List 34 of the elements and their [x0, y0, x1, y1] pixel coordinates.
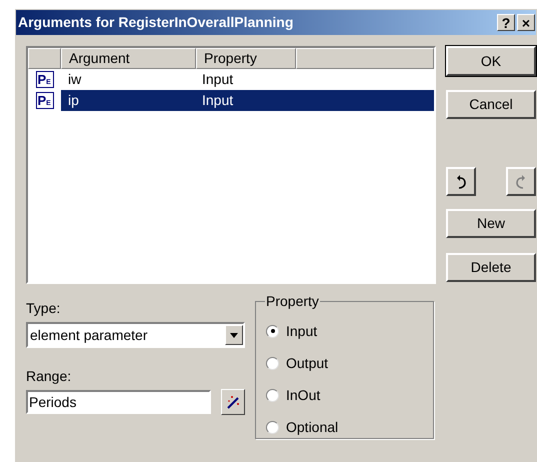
- close-button[interactable]: ×: [517, 14, 535, 31]
- dropdown-arrow-button[interactable]: [225, 325, 243, 345]
- ok-button[interactable]: OK: [446, 46, 536, 76]
- group-title: Property: [265, 292, 320, 311]
- caret-icon: [230, 332, 238, 338]
- redo-icon: [516, 174, 526, 188]
- property-cell-text: Input: [201, 91, 234, 110]
- type-dropdown[interactable]: element parameter: [26, 322, 245, 348]
- radio-option[interactable]: Optional: [266, 416, 423, 438]
- argument-cell-text: ip: [67, 91, 80, 110]
- cancel-button[interactable]: Cancel: [446, 90, 536, 119]
- wand-button[interactable]: [221, 389, 245, 415]
- radio-option[interactable]: InOut: [266, 384, 423, 406]
- radio-option[interactable]: Output: [266, 352, 423, 374]
- range-label: Range:: [26, 367, 72, 386]
- delete-button[interactable]: Delete: [446, 253, 536, 282]
- list-row[interactable]: ip Input: [61, 90, 434, 111]
- column-header[interactable]: Property: [196, 48, 296, 69]
- type-label: Type:: [26, 299, 62, 318]
- help-button[interactable]: ?: [497, 14, 515, 31]
- radio-button[interactable]: [266, 324, 279, 338]
- property-cell-text: Input: [201, 70, 234, 89]
- window-title: Arguments for RegisterInOverallPlanning: [18, 13, 294, 32]
- argument-cell-text: iw: [67, 70, 82, 89]
- column-header[interactable]: Argument: [61, 48, 196, 69]
- undo-button[interactable]: [446, 167, 476, 196]
- radio-option[interactable]: Input: [266, 320, 423, 342]
- range-field[interactable]: Periods: [26, 390, 211, 414]
- radio-button[interactable]: [266, 356, 279, 370]
- radio-button[interactable]: [266, 420, 279, 434]
- undo-icon: [456, 174, 466, 188]
- wand-icon: [226, 395, 240, 409]
- new-button[interactable]: New: [446, 209, 536, 238]
- radio-button[interactable]: [266, 388, 279, 402]
